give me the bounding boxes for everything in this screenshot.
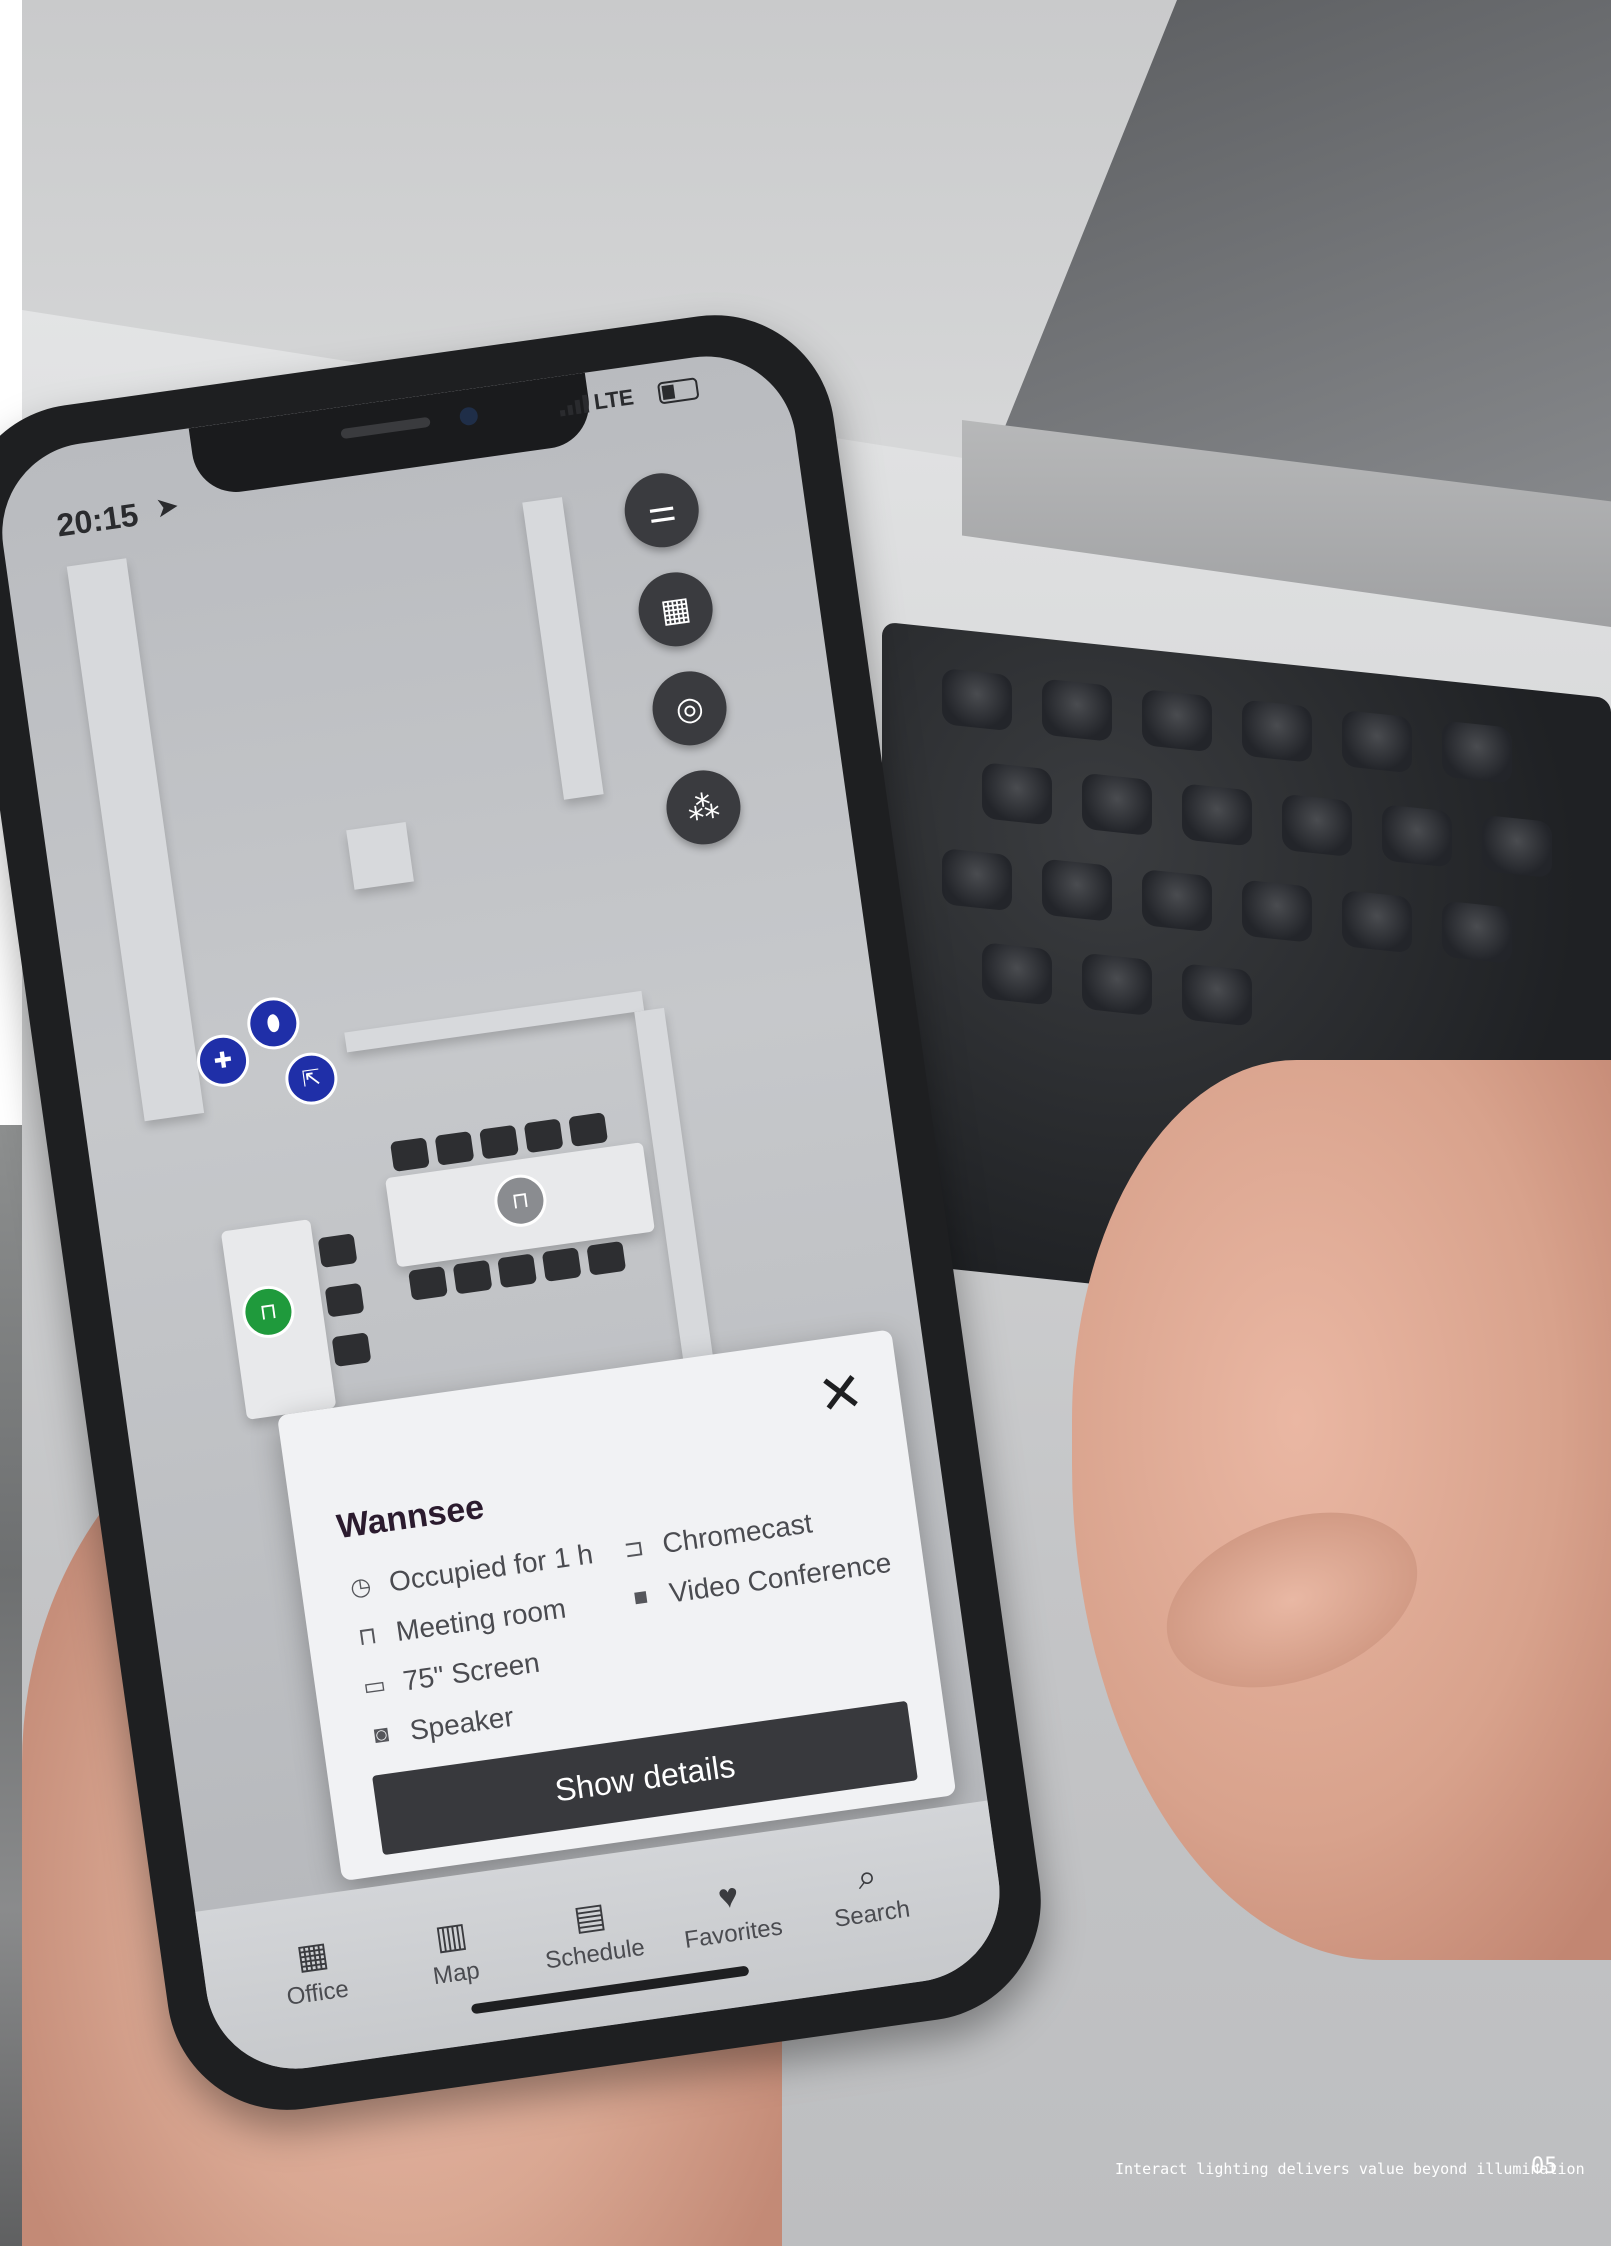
locate-icon[interactable]: ◎ <box>647 666 732 751</box>
feature-item: ⊓ Meeting room <box>350 1593 568 1655</box>
chair <box>541 1247 582 1282</box>
feature-label: Meeting room <box>394 1592 568 1648</box>
tab-map[interactable]: ▥ Map <box>379 1907 528 1998</box>
chair <box>586 1240 627 1276</box>
front-camera <box>458 406 479 427</box>
chair <box>497 1253 538 1289</box>
chair <box>434 1130 475 1166</box>
earpiece <box>340 416 431 440</box>
clock-icon: ◷ <box>348 1571 373 1602</box>
chair <box>479 1124 519 1160</box>
phone-screen: 20:15 ➤ LTE ⚌ ▦ ◎ ⁂ ✚ ⬮ ⇱ ⊓ ⊓ ✕ Wannsee … <box>0 344 1012 2081</box>
room-info-card: ✕ Wannsee ◷ Occupied for 1 h ⊓ Meeting r… <box>276 1329 957 1882</box>
photo-edge <box>0 1125 22 2246</box>
building-icon[interactable]: ▦ <box>633 567 718 652</box>
people-icon[interactable]: ⁂ <box>661 765 746 850</box>
chair <box>452 1259 493 1295</box>
network-label: LTE <box>592 384 636 415</box>
feature-label: Occupied for 1 h <box>387 1538 595 1598</box>
chair <box>568 1112 609 1147</box>
filter-icon[interactable]: ⚌ <box>619 468 704 553</box>
floorplan-wall <box>66 558 205 1122</box>
notch <box>188 372 595 498</box>
tab-label: Map <box>431 1957 482 1991</box>
phone-case: 20:15 ➤ LTE ⚌ ▦ ◎ ⁂ ✚ ⬮ ⇱ ⊓ ⊓ ✕ Wannsee … <box>0 299 1057 2126</box>
page-number: 05 <box>1531 2154 1558 2179</box>
feature-item: ⊐ Chromecast <box>617 1507 814 1566</box>
floorplan-wall <box>344 990 645 1053</box>
building-icon: ▦ <box>293 1934 332 1978</box>
feature-label: Video Conference <box>667 1546 894 1609</box>
floorplan-block <box>346 821 414 890</box>
footer-caption: Interact lighting delivers value beyond … <box>1115 2160 1585 2178</box>
cast-icon: ⊐ <box>622 1533 646 1564</box>
location-arrow-icon: ➤ <box>153 489 181 524</box>
chair <box>390 1137 430 1172</box>
speaker-icon: ◙ <box>372 1720 391 1750</box>
chair <box>408 1265 448 1301</box>
tab-office[interactable]: ▦ Office <box>240 1926 389 2017</box>
screen-icon: ▭ <box>361 1670 388 1701</box>
feature-label: Chromecast <box>660 1507 815 1560</box>
chair <box>523 1118 564 1154</box>
feature-label: 75" Screen <box>400 1646 542 1697</box>
search-icon: ⌕ <box>854 1856 879 1898</box>
tab-search[interactable]: ⌕ Search <box>795 1848 944 1938</box>
tab-favorites[interactable]: ♥ Favorites <box>656 1868 805 1958</box>
chair <box>331 1332 372 1368</box>
map-icon: ▥ <box>432 1915 470 1958</box>
status-time: 20:15 <box>54 496 141 544</box>
video-camera-icon: ■ <box>631 1582 650 1612</box>
feature-item: ▭ 75" Screen <box>357 1647 541 1704</box>
chair <box>324 1282 365 1318</box>
feature-label: Speaker <box>407 1700 516 1747</box>
emergency-exit-icon[interactable]: ⇱ <box>282 1049 341 1108</box>
feature-item: ◙ Speaker <box>364 1701 515 1753</box>
close-icon[interactable]: ✕ <box>814 1361 867 1427</box>
tab-label: Search <box>832 1895 912 1933</box>
room-title: Wannsee <box>334 1487 487 1547</box>
floorplan-wall <box>522 497 604 800</box>
tab-label: Office <box>285 1975 351 2011</box>
fire-extinguisher-icon[interactable]: ⬮ <box>243 993 303 1053</box>
battery-icon <box>656 377 700 405</box>
tab-schedule[interactable]: ▤ Schedule <box>518 1887 667 1978</box>
meeting-room-icon: ⊓ <box>356 1621 379 1651</box>
first-aid-icon[interactable]: ✚ <box>193 1031 253 1091</box>
chair <box>317 1233 358 1268</box>
